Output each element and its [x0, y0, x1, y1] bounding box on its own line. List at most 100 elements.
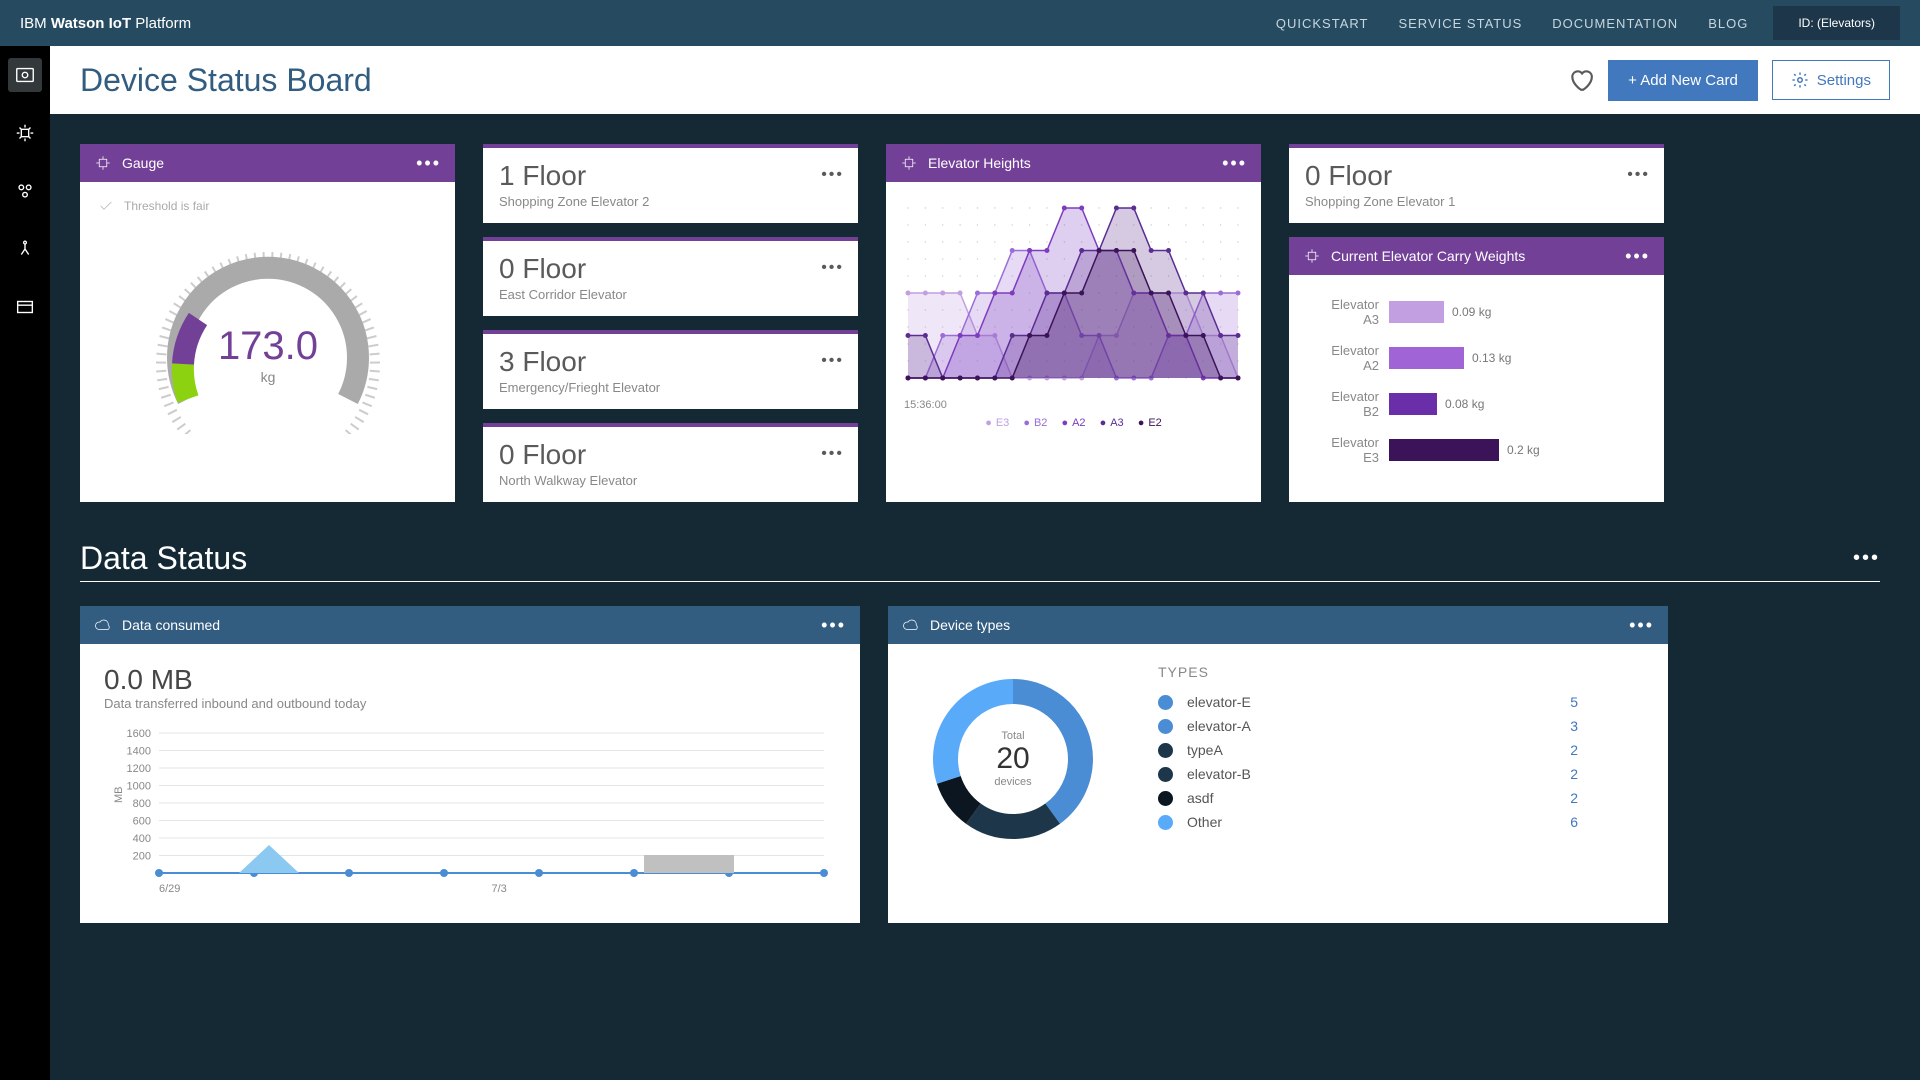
floor-card[interactable]: 1 Floor Shopping Zone Elevator 2 •••: [483, 144, 858, 223]
type-dot: [1158, 743, 1173, 758]
nav-usage-icon[interactable]: [8, 290, 42, 324]
type-name: asdf: [1187, 790, 1213, 806]
carry-bar: [1389, 347, 1464, 369]
floor-card[interactable]: 0 Floor East Corridor Elevator •••: [483, 237, 858, 316]
elevator-heights-header: Elevator Heights •••: [886, 144, 1261, 182]
type-row[interactable]: Other 6: [1158, 810, 1638, 834]
type-count: 6: [1570, 814, 1578, 830]
carry-weights-header: Current Elevator Carry Weights •••: [1289, 237, 1664, 275]
floor-cards-column: 1 Floor Shopping Zone Elevator 2 ••• 0 F…: [483, 144, 858, 502]
type-row[interactable]: typeA 2: [1158, 738, 1638, 762]
chip-icon: [1303, 247, 1321, 265]
favorite-icon[interactable]: [1568, 67, 1594, 93]
carry-bar: [1389, 393, 1437, 415]
org-id-badge[interactable]: ID: (Elevators): [1773, 6, 1900, 40]
type-count: 2: [1570, 790, 1578, 806]
type-dot: [1158, 719, 1173, 734]
card-menu[interactable]: •••: [1627, 166, 1650, 184]
gauge-card-title: Gauge: [122, 155, 164, 171]
floor-card-right[interactable]: 0 Floor Shopping Zone Elevator 1 •••: [1289, 144, 1664, 223]
type-name: elevator-E: [1187, 694, 1251, 710]
gauge-card-menu[interactable]: •••: [416, 153, 441, 174]
floor-sub: East Corridor Elevator: [499, 287, 842, 302]
brand: IBM Watson IoT Platform: [20, 15, 191, 32]
data-status-section-head: Data Status •••: [80, 540, 1880, 577]
topbar: IBM Watson IoT Platform QUICKSTART SERVI…: [0, 0, 1920, 46]
svg-text:1600: 1600: [127, 728, 151, 740]
data-consumed-menu[interactable]: •••: [821, 615, 846, 636]
carry-bar: [1389, 301, 1444, 323]
floor-card[interactable]: 0 Floor North Walkway Elevator •••: [483, 423, 858, 502]
type-name: elevator-A: [1187, 718, 1251, 734]
chip-icon: [900, 154, 918, 172]
type-name: elevator-B: [1187, 766, 1251, 782]
carry-label: Elevator B2: [1313, 389, 1389, 419]
carry-weights-card: Current Elevator Carry Weights ••• Eleva…: [1289, 237, 1664, 502]
right-column: 0 Floor Shopping Zone Elevator 1 ••• Cur…: [1289, 144, 1664, 502]
elevator-heights-chart: [898, 198, 1248, 388]
device-types-card: Device types ••• Total 20 devices: [888, 606, 1668, 923]
carry-bar: [1389, 439, 1499, 461]
carry-weights-title: Current Elevator Carry Weights: [1331, 248, 1525, 264]
floor-value: 0 Floor: [499, 439, 842, 471]
legend-item: E2: [1138, 417, 1162, 429]
svg-text:7/3: 7/3: [492, 883, 507, 895]
nav-service-status[interactable]: SERVICE STATUS: [1398, 16, 1522, 31]
floor-sub: North Walkway Elevator: [499, 473, 842, 488]
nav-blog[interactable]: BLOG: [1708, 16, 1748, 31]
nav-apps-icon[interactable]: [8, 232, 42, 266]
elevator-heights-title: Elevator Heights: [928, 155, 1031, 171]
card-menu[interactable]: •••: [821, 259, 844, 277]
type-count: 3: [1570, 718, 1578, 734]
chart-time-label: 15:36:00: [904, 399, 1249, 411]
card-menu[interactable]: •••: [821, 166, 844, 184]
type-row[interactable]: elevator-E 5: [1158, 690, 1638, 714]
settings-button[interactable]: Settings: [1772, 60, 1890, 100]
types-header: TYPES: [1158, 664, 1638, 680]
device-types-menu[interactable]: •••: [1629, 615, 1654, 636]
gauge-chart: 173.0 kg: [98, 224, 437, 434]
carry-weights-menu[interactable]: •••: [1625, 246, 1650, 267]
card-menu[interactable]: •••: [821, 445, 844, 463]
svg-text:1200: 1200: [127, 763, 151, 775]
carry-value: 0.2 kg: [1507, 443, 1540, 457]
data-status-menu[interactable]: •••: [1853, 547, 1880, 570]
gauge-value: 173.0: [217, 324, 317, 368]
carry-label: Elevator E3: [1313, 435, 1389, 465]
elevator-heights-menu[interactable]: •••: [1222, 153, 1247, 174]
svg-text:6/29: 6/29: [159, 883, 180, 895]
data-consumed-sub: Data transferred inbound and outbound to…: [104, 696, 836, 711]
device-types-list: TYPES elevator-E 5 elevator-A 3 typeA 2 …: [1158, 664, 1638, 854]
type-row[interactable]: elevator-A 3: [1158, 714, 1638, 738]
nav-members-icon[interactable]: [8, 174, 42, 208]
data-consumed-chart: 2004006008001000120014001600MB6/297/3: [104, 723, 834, 898]
gauge-card: Gauge ••• Threshold is fair: [80, 144, 455, 502]
nav-documentation[interactable]: DOCUMENTATION: [1552, 16, 1678, 31]
type-dot: [1158, 695, 1173, 710]
nav-quickstart[interactable]: QUICKSTART: [1276, 16, 1369, 31]
card-menu[interactable]: •••: [821, 352, 844, 370]
settings-label: Settings: [1817, 72, 1871, 89]
data-consumed-card: Data consumed ••• 0.0 MB Data transferre…: [80, 606, 860, 923]
type-row[interactable]: asdf 2: [1158, 786, 1638, 810]
nav-boards-icon[interactable]: [8, 58, 42, 92]
legend-item: E3: [985, 417, 1009, 429]
type-name: Other: [1187, 814, 1222, 830]
device-types-donut: Total 20 devices: [918, 664, 1108, 854]
floor-value: 0 Floor: [499, 253, 842, 285]
carry-value: 0.08 kg: [1445, 397, 1484, 411]
sidebar: [0, 46, 50, 1080]
type-row[interactable]: elevator-B 2: [1158, 762, 1638, 786]
type-count: 2: [1570, 742, 1578, 758]
type-count: 2: [1570, 766, 1578, 782]
add-new-card-button[interactable]: + Add New Card: [1608, 60, 1758, 101]
carry-row: Elevator A2 0.13 kg: [1313, 343, 1640, 373]
cloud-icon: [94, 616, 112, 634]
device-types-header: Device types •••: [888, 606, 1668, 644]
donut-total-label: Total: [1001, 730, 1024, 742]
carry-row: Elevator E3 0.2 kg: [1313, 435, 1640, 465]
type-name: typeA: [1187, 742, 1223, 758]
svg-text:400: 400: [133, 833, 151, 845]
nav-devices-icon[interactable]: [8, 116, 42, 150]
floor-card[interactable]: 3 Floor Emergency/Frieght Elevator •••: [483, 330, 858, 409]
